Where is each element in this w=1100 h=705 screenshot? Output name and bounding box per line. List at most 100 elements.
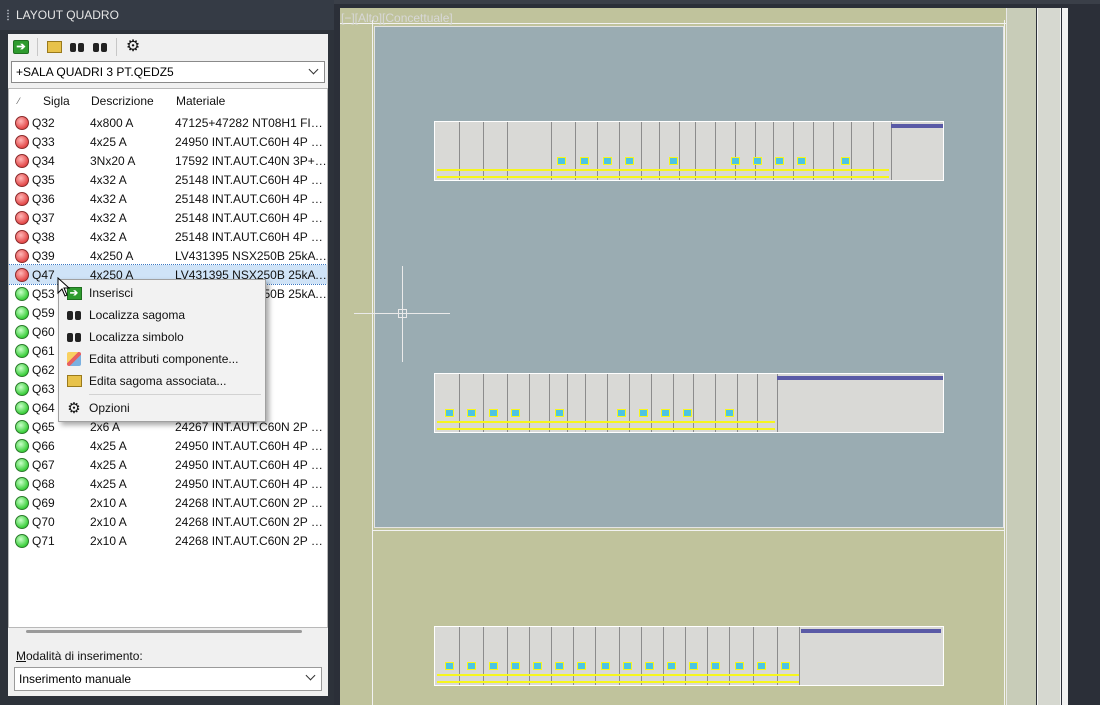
table-row[interactable]: Q66 4x25 A 24950 INT.AUT.C60H 4P 25... [9, 436, 327, 455]
component-tag [580, 156, 589, 165]
folder-edit-icon [46, 41, 62, 53]
switchboard-select-value: +SALA QUADRI 3 PT.QEDZ5 [16, 65, 174, 79]
grip-icon[interactable] [6, 9, 10, 21]
component-tag [617, 408, 626, 417]
column-header-sigla[interactable]: Sigla [35, 94, 91, 108]
table-row[interactable]: Q39 4x250 A LV431395 NSX250B 25kA 4... [9, 246, 327, 265]
locate-shape-button[interactable] [90, 37, 110, 57]
table-row[interactable]: Q35 4x32 A 25148 INT.AUT.C60H 4P 32... [9, 170, 327, 189]
status-green-icon [15, 305, 29, 320]
switchboard-module [757, 374, 758, 432]
component-tag [775, 156, 784, 165]
busbar-line [437, 428, 775, 430]
binoculars-icon [66, 308, 82, 322]
component-tag [623, 661, 632, 670]
cell-descrizione: 3Nx20 A [90, 153, 136, 168]
switchboard-module [459, 122, 460, 180]
chevron-down-icon[interactable] [306, 672, 316, 682]
switchboard-bottom[interactable] [434, 626, 944, 686]
menu-item-localizza-simbolo[interactable]: Localizza simbolo [59, 326, 265, 348]
viewport-controls-label[interactable]: [−][Alto][Concettuale] [341, 11, 453, 25]
menu-item-label: Inserisci [89, 286, 134, 300]
locate-symbol-button[interactable] [67, 37, 87, 57]
insert-button[interactable]: ➔ [11, 37, 31, 57]
switchboard-module [641, 122, 642, 180]
switchboard-module [873, 122, 874, 180]
switchboard-module [729, 627, 730, 685]
table-row[interactable]: Q71 2x10 A 24268 INT.AUT.C60N 2P 10... [9, 531, 327, 550]
options-button[interactable]: ⚙ [123, 37, 143, 57]
insertion-mode-label-text: odalità di inserimento: [26, 649, 143, 663]
table-row[interactable]: Q69 2x10 A 24268 INT.AUT.C60N 2P 10... [9, 493, 327, 512]
cell-sigla: Q69 [32, 495, 55, 510]
component-tag [753, 156, 762, 165]
cell-descrizione: 4x32 A [90, 172, 127, 187]
insertion-mode-select-value: Inserimento manuale [19, 672, 132, 686]
menu-item-edita-attributi[interactable]: Edita attributi componente... [59, 348, 265, 370]
edit-attributes-icon [67, 352, 81, 366]
switchboard-module [685, 627, 686, 685]
component-tag [489, 661, 498, 670]
table-row[interactable]: Q33 4x25 A 24950 INT.AUT.C60H 4P 25... [9, 132, 327, 151]
menu-item-localizza-sagoma[interactable]: Localizza sagoma [59, 304, 265, 326]
table-row[interactable]: Q70 2x10 A 24268 INT.AUT.C60N 2P 10... [9, 512, 327, 531]
component-tag [533, 661, 542, 670]
component-tag [467, 408, 476, 417]
status-red-icon [15, 210, 29, 225]
panel-toolbar: ➔ ⚙ [8, 34, 328, 60]
switchboard-module [753, 627, 754, 685]
switchboard-module [529, 374, 530, 432]
switchboard-module [573, 627, 574, 685]
switchboard-module [549, 374, 550, 432]
switchboard-module [777, 627, 778, 685]
table-row[interactable]: Q32 4x800 A 47125+47282 NT08H1 FISS... [9, 113, 327, 132]
chevron-down-icon[interactable] [309, 66, 319, 76]
cell-materiale: 25148 INT.AUT.C60H 4P 32... [175, 172, 327, 187]
menu-item-inserisci[interactable]: ➔ Inserisci [59, 282, 265, 304]
switchboard-top[interactable] [434, 121, 944, 181]
cell-descrizione: 4x32 A [90, 191, 127, 206]
table-row[interactable]: Q37 4x32 A 25148 INT.AUT.C60H 4P 32... [9, 208, 327, 227]
busbar-header [891, 124, 943, 128]
menu-item-opzioni[interactable]: ⚙ Opzioni [59, 397, 265, 419]
cell-descrizione: 4x25 A [90, 134, 127, 149]
insertion-mode-select[interactable]: Inserimento manuale [14, 667, 322, 691]
status-red-icon [15, 134, 29, 149]
horizontal-scrollbar[interactable] [26, 630, 302, 633]
component-tag [661, 408, 670, 417]
status-green-icon [15, 419, 29, 434]
status-green-icon [15, 400, 29, 415]
sort-column-header[interactable]: ⁄ [9, 96, 35, 106]
table-row[interactable]: Q34 3Nx20 A 17592 INT.AUT.C40N 3P+N... [9, 151, 327, 170]
cell-sigla: Q35 [32, 172, 55, 187]
cell-materiale: 24950 INT.AUT.C60H 4P 25... [175, 476, 327, 491]
table-row[interactable]: Q68 4x25 A 24950 INT.AUT.C60H 4P 25... [9, 474, 327, 493]
switchboard-module [629, 374, 630, 432]
busbar-header [777, 376, 943, 380]
table-row[interactable]: Q36 4x32 A 25148 INT.AUT.C60H 4P 32... [9, 189, 327, 208]
menu-item-label: Localizza sagoma [89, 308, 186, 322]
drawing-viewport[interactable]: [−][Alto][Concettuale] [334, 0, 1100, 705]
table-row[interactable]: Q38 4x32 A 25148 INT.AUT.C60H 4P 32... [9, 227, 327, 246]
column-header-descrizione[interactable]: Descrizione [91, 94, 176, 108]
status-green-icon [15, 457, 29, 472]
room-floor-area [374, 26, 1004, 528]
panel-title-bar[interactable]: LAYOUT QUADRO [0, 0, 334, 30]
switchboard-module [585, 374, 586, 432]
status-green-icon [15, 324, 29, 339]
component-tag [601, 661, 610, 670]
wall-line [372, 530, 1005, 531]
cell-materiale: 25148 INT.AUT.C60H 4P 32... [175, 191, 327, 206]
wall-strip [1006, 8, 1036, 705]
column-header-materiale[interactable]: Materiale [176, 94, 326, 108]
crosshair-pickbox [398, 309, 407, 318]
switchboard-middle[interactable] [434, 373, 944, 433]
busbar-header [801, 629, 941, 633]
menu-item-edita-sagoma[interactable]: Edita sagoma associata... [59, 370, 265, 392]
switchboard-select[interactable]: +SALA QUADRI 3 PT.QEDZ5 [11, 61, 325, 83]
cell-sigla: Q70 [32, 514, 55, 529]
table-row[interactable]: Q67 4x25 A 24950 INT.AUT.C60H 4P 25... [9, 455, 327, 474]
edit-shape-button[interactable] [44, 37, 64, 57]
status-green-icon [15, 495, 29, 510]
cell-sigla: Q36 [32, 191, 55, 206]
